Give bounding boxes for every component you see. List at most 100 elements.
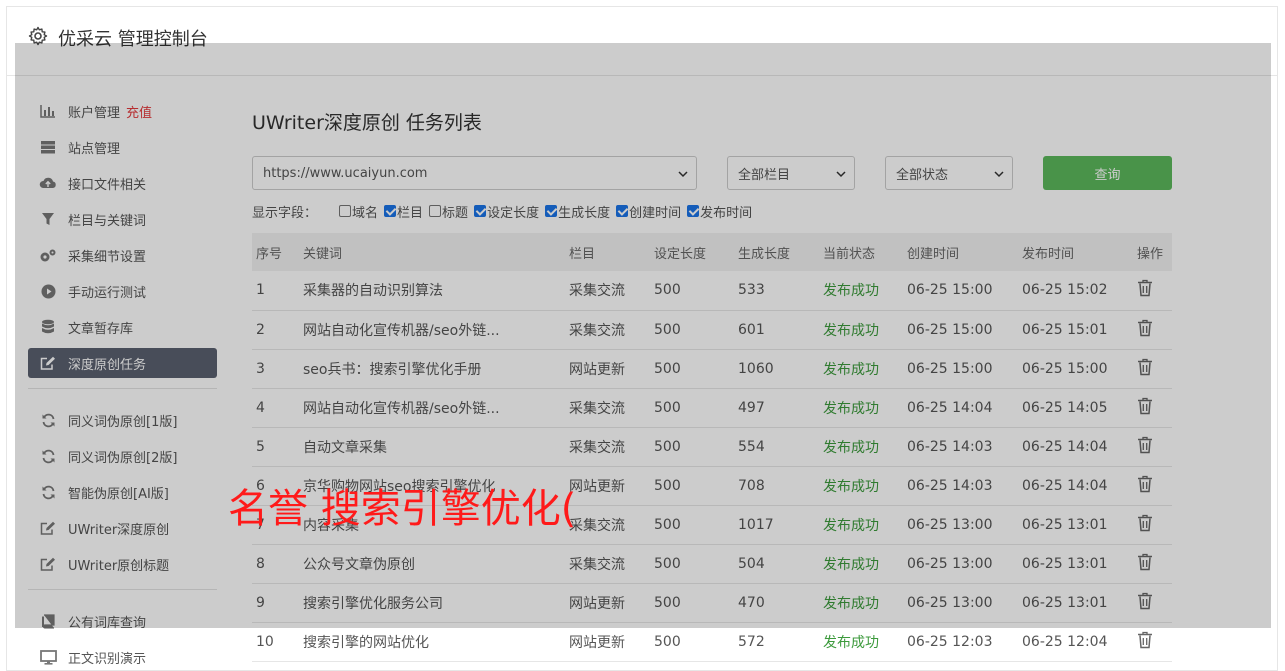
col-header: 设定长度 [650,233,734,271]
watermark-text: 名誉 搜索引擎优化( [228,486,577,532]
display-fields: 显示字段： 域名 栏目 标题 设定长度 生成长度 创建时间 发布时间 [252,202,758,221]
trash-icon[interactable] [1137,358,1153,376]
trash-icon[interactable] [1137,514,1153,532]
table-cell: 4 [252,388,299,428]
sidebar-item-collect-settings[interactable]: 采集细节设置 [28,240,217,270]
field-checkbox-created[interactable]: 创建时间 [616,202,681,221]
table-cell: 06-25 13:00 [903,583,1018,623]
table-cell: 06-25 14:04 [903,388,1018,428]
sidebar-item-label: 接口文件相关 [68,177,147,193]
action-cell [1133,505,1172,545]
book-icon [38,613,58,629]
sidebar-item-text-recognition[interactable]: 正文识别演示 [28,642,217,671]
field-checkbox-domain[interactable]: 域名 [339,202,378,221]
table-cell: 06-25 13:01 [1018,544,1133,584]
table-cell: 06-25 15:02 [1018,271,1133,311]
status-select[interactable]: 全部状态 [885,156,1013,190]
trash-icon[interactable] [1137,397,1153,415]
table-cell: 06-25 15:00 [903,349,1018,389]
table-cell: 572 [734,622,819,662]
table-cell: 网站更新 [565,583,650,623]
display-fields-label: 显示字段： [252,205,318,221]
checkbox-label: 标题 [442,205,469,221]
field-checkbox-gen-length[interactable]: 生成长度 [545,202,610,221]
table-row: 3 seo兵书：搜索引擎优化手册 网站更新 500 1060 发布成功 06-25 15:0… [252,349,1172,389]
col-header: 操作 [1133,233,1172,271]
table-cell: 发布成功 [819,622,903,662]
sidebar-item-label: 栏目与关键词 [68,213,147,229]
site-select[interactable]: https://www.ucaiyun.com [252,156,697,190]
action-cell [1133,427,1172,467]
query-button[interactable]: 查询 [1043,156,1172,190]
trash-icon[interactable] [1137,319,1153,337]
chevron-down-icon [678,171,688,178]
sidebar: 账户管理 充值 站点管理 接口文件相关 栏目与关键词 采集细节设置 手动运行测试… [28,96,217,671]
table-cell: 发布成功 [819,310,903,350]
checkbox[interactable] [616,205,629,217]
sidebar-item-label: 公有词库查询 [68,615,147,631]
checkbox-label: 发布时间 [700,205,753,221]
table-cell: 5 [252,427,299,467]
edit-icon [38,556,58,572]
chevron-down-icon [994,171,1004,178]
checkbox[interactable] [474,205,487,217]
checkbox[interactable] [429,205,442,217]
sidebar-item-label: 站点管理 [68,141,121,157]
sidebar-item-synonym-v1[interactable]: 同义词伪原创[1版] [28,405,217,435]
trash-icon[interactable] [1137,592,1153,610]
column-select[interactable]: 全部栏目 [727,156,855,190]
sidebar-item-label: 同义词伪原创[2版] [68,450,178,466]
sidebar-item-uwriter-title[interactable]: UWriter原创标题 [28,549,217,579]
recharge-link[interactable]: 充值 [126,102,152,121]
table-cell: 发布成功 [819,583,903,623]
trash-icon[interactable] [1137,553,1153,571]
table-cell: 500 [650,622,734,662]
table-cell: 06-25 15:00 [1018,349,1133,389]
sidebar-item-interface[interactable]: 接口文件相关 [28,168,217,198]
table-cell: 500 [650,388,734,428]
sidebar-item-article-store[interactable]: 文章暂存库 [28,312,217,342]
sidebar-item-ai-rewrite[interactable]: 智能伪原创[AI版] [28,477,217,507]
table-cell: 500 [650,271,734,311]
table-cell: 06-25 14:04 [1018,427,1133,467]
sidebar-divider [28,589,217,590]
cloud-upload-icon [38,175,58,191]
sidebar-item-columns-keywords[interactable]: 栏目与关键词 [28,204,217,234]
table-row: 8 公众号文章伪原创 采集交流 500 504 发布成功 06-25 13:00 06-25 … [252,544,1172,584]
table-cell: 533 [734,271,819,311]
sidebar-item-synonym-v2[interactable]: 同义词伪原创[2版] [28,441,217,471]
trash-icon[interactable] [1137,279,1153,297]
sidebar-item-deep-original[interactable]: 深度原创任务 [28,348,217,378]
field-checkbox-column[interactable]: 栏目 [384,202,423,221]
chevron-down-icon [836,171,846,178]
field-checkbox-published[interactable]: 发布时间 [687,202,752,221]
sidebar-item-public-lexicon[interactable]: 公有词库查询 [28,606,217,636]
checkbox[interactable] [339,205,352,217]
trash-icon[interactable] [1137,631,1153,649]
sidebar-item-uwriter-deep[interactable]: UWriter深度原创 [28,513,217,543]
trash-icon[interactable] [1137,475,1153,493]
sidebar-item-manual-run[interactable]: 手动运行测试 [28,276,217,306]
trash-icon[interactable] [1137,436,1153,454]
field-checkbox-title[interactable]: 标题 [429,202,468,221]
table-cell: 06-25 13:01 [1018,505,1133,545]
table-cell: 发布成功 [819,271,903,311]
table-cell: 1 [252,271,299,311]
table-cell: 采集器的自动识别算法 [299,271,565,311]
table-cell: 500 [650,427,734,467]
table-cell: 708 [734,466,819,506]
sidebar-item-label: 文章暂存库 [68,321,134,337]
col-header: 发布时间 [1018,233,1133,271]
checkbox[interactable] [384,205,397,217]
table-cell: 9 [252,583,299,623]
sidebar-item-sites[interactable]: 站点管理 [28,132,217,162]
checkbox[interactable] [687,205,700,217]
server-icon [38,139,58,155]
field-checkbox-set-length[interactable]: 设定长度 [474,202,539,221]
table-cell: 采集交流 [565,388,650,428]
table-cell: 采集交流 [565,271,650,311]
checkbox-label: 创建时间 [629,205,682,221]
sidebar-item-account[interactable]: 账户管理 充值 [28,96,217,126]
table-cell: 06-25 14:04 [1018,466,1133,506]
checkbox[interactable] [545,205,558,217]
